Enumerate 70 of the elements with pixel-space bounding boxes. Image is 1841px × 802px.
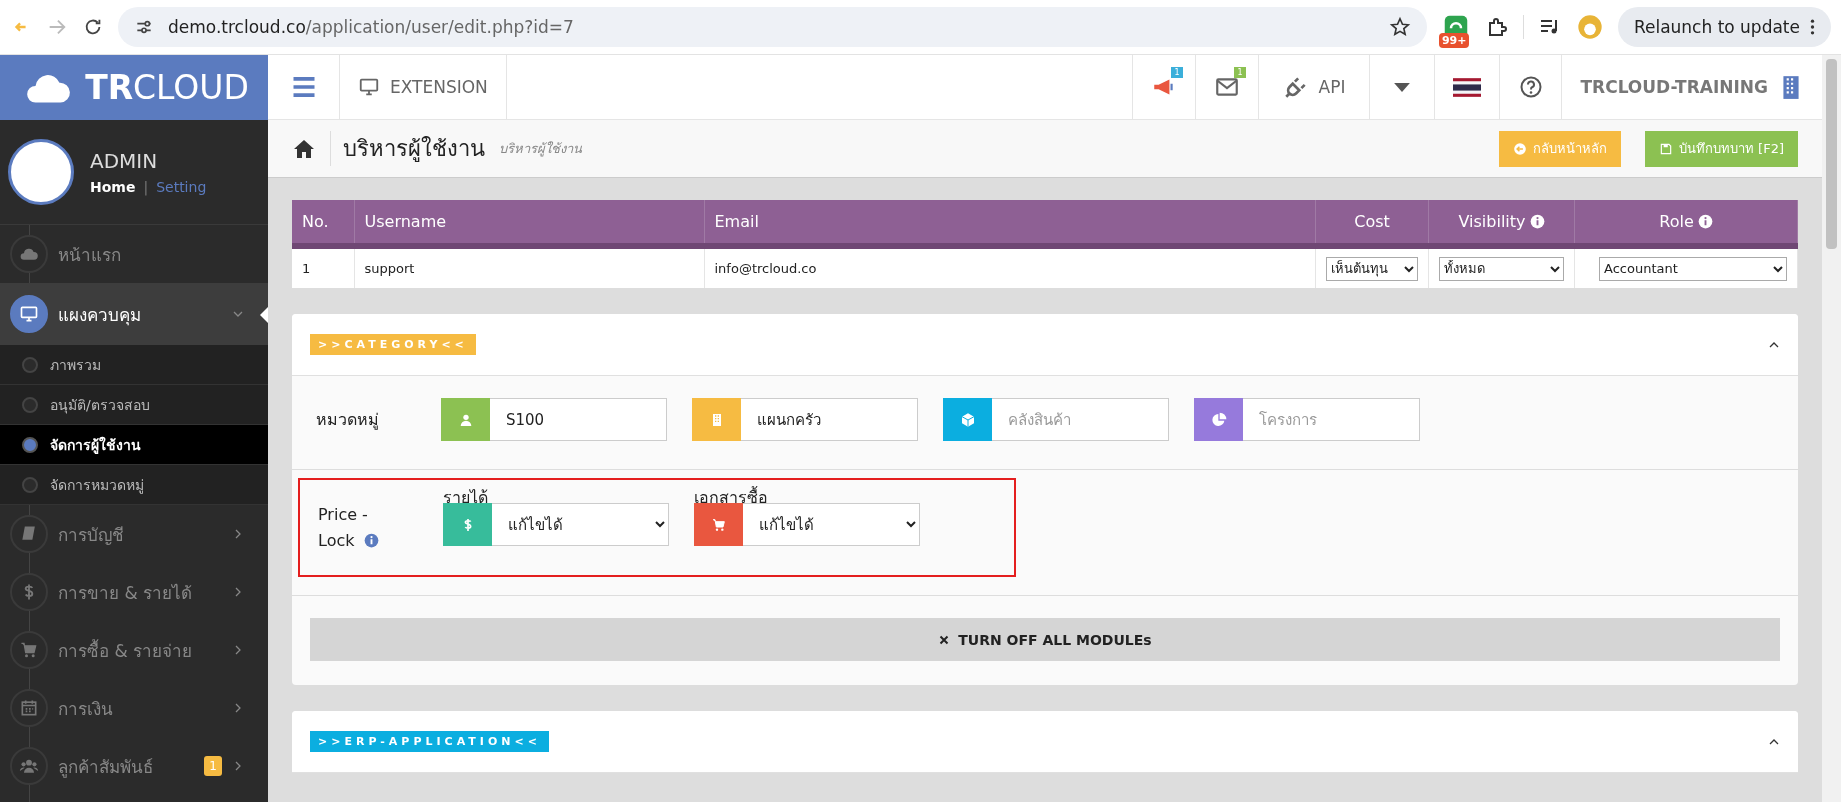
help-icon (1518, 75, 1543, 99)
url-text: demo.trcloud.co/application/user/edit.php?id=7 (168, 17, 575, 37)
lock-select[interactable]: แก้ไขได้ (743, 503, 920, 546)
pie-chart-icon (1210, 411, 1227, 428)
info-icon (1697, 214, 1713, 229)
table-cell: support (364, 261, 415, 276)
turn-off-button[interactable]: TURN OFF ALL MODULEs (310, 618, 1780, 661)
sidebar-subitem[interactable]: จัดการผู้ใช้งาน (0, 425, 268, 465)
info-icon (1529, 214, 1545, 229)
page-subtitle: บริหารผู้ใช้งาน (499, 140, 583, 159)
notification-badge: 99+ (1438, 33, 1470, 48)
sidebar-subitem[interactable]: จัดการหมวดหมู่ (0, 465, 268, 505)
section-tag: >>CATEGORY<< (310, 334, 476, 355)
more-icon (1810, 18, 1815, 36)
profile-avatar-icon (1575, 13, 1604, 41)
monitor-icon (358, 76, 380, 98)
scrollbar[interactable] (1822, 55, 1841, 802)
count-badge: 1 (1234, 67, 1246, 78)
cart-icon (19, 640, 39, 660)
row-label: หมวดหมู่ (316, 409, 380, 432)
sidebar-item[interactable]: แผงควบคุม (0, 283, 268, 345)
field-label: เอกสารซื้อ (694, 485, 769, 503)
save-icon (1658, 141, 1673, 156)
category-field[interactable]: S100 (490, 398, 667, 441)
sidebar-item[interactable]: การบัญชี (0, 505, 268, 563)
sidebar-subitem[interactable]: อนุมัติ/ตรวจสอบ (0, 385, 268, 425)
sidebar-item[interactable]: การเงิน (0, 679, 268, 737)
bookmark-star-icon (1388, 16, 1411, 38)
column-header: No. (302, 212, 329, 231)
address-bar[interactable]: demo.trcloud.co/application/user/edit.php?id=7 (118, 7, 1427, 47)
section-tag: >>ERP-APPLICATION<< (310, 731, 549, 752)
home-link[interactable]: Home (90, 179, 136, 195)
user-name: ADMIN (90, 149, 159, 173)
table-cell: info@trcloud.co (714, 261, 817, 276)
caret-icon (1394, 82, 1411, 92)
page-title: บริหารผู้ใช้งาน (330, 131, 485, 166)
column-header: Visibility (1458, 212, 1526, 231)
table-cell: 1 (302, 261, 311, 276)
sidebar-item[interactable]: การซื้อ & รายจ่าย (0, 621, 268, 679)
api-button[interactable]: API (1257, 55, 1370, 119)
sidebar-item[interactable]: การขาย & รายได้ (0, 563, 268, 621)
column-header: Username (364, 212, 447, 231)
row-label: Price - Lock (318, 501, 398, 554)
relaunch-button[interactable]: Relaunch to update (1617, 7, 1831, 47)
info-icon (363, 532, 379, 548)
category-field[interactable]: โครงการ (1243, 398, 1420, 441)
column-header: Cost (1354, 212, 1390, 231)
field-label: รายได้ (443, 487, 489, 503)
box-icon (959, 411, 976, 428)
cost-select[interactable]: เห็นต้นทุน (1326, 256, 1418, 281)
flag-icon (1453, 77, 1482, 97)
calendar-icon (19, 698, 39, 718)
close-icon (938, 633, 951, 646)
count-badge: 1 (204, 756, 222, 776)
monitor-icon (19, 304, 39, 324)
sidebar-subitem[interactable]: ภาพรวม (0, 345, 268, 385)
lock-select[interactable]: แก้ไขได้ (492, 503, 669, 546)
visibility-select[interactable]: ทั้งหมด (1439, 256, 1564, 281)
sidebar-item[interactable]: ลูกค้าสัมพันธ์ 1 (0, 737, 268, 795)
count-badge: 1 (1171, 67, 1183, 78)
sidebar-item[interactable]: หน้าแรก (0, 225, 268, 283)
cart-icon (710, 516, 727, 533)
extension-button[interactable]: EXTENSION (340, 55, 507, 119)
category-field[interactable]: คลังสินค้า (992, 398, 1169, 441)
separator: | (143, 179, 149, 195)
category-field[interactable]: แผนกครัว (741, 398, 918, 441)
column-header: Email (714, 212, 759, 231)
logo[interactable]: TRCLOUD (0, 55, 268, 120)
column-header: Role (1659, 212, 1694, 231)
role-select[interactable]: Accountant (1599, 256, 1787, 281)
